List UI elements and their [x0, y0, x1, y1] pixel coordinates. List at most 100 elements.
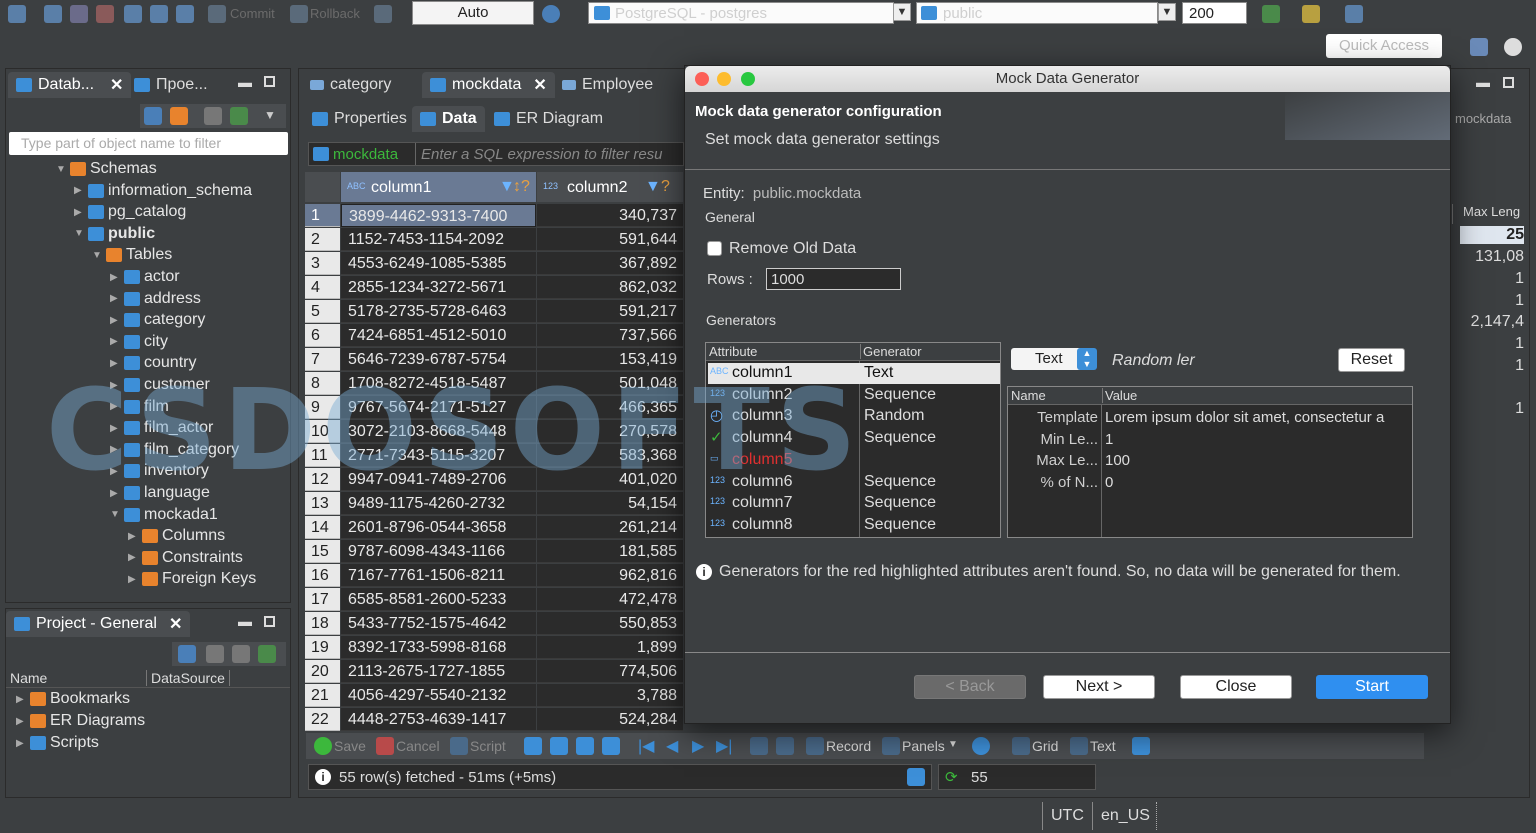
project-item-er-diagrams[interactable]: ▶ ER Diagrams	[16, 712, 145, 730]
column-datasource-header[interactable]: DataSource	[146, 670, 230, 686]
tree-item[interactable]: ▶ Constraints	[128, 549, 243, 567]
sql-editor-icon[interactable]	[124, 5, 142, 23]
maximize-icon[interactable]	[1503, 77, 1514, 88]
table-cell[interactable]: 5433-7752-1575-4642	[341, 612, 536, 635]
table-cell[interactable]: 153,419	[537, 348, 683, 371]
table-cell[interactable]: 7424-6851-4512-5010	[341, 324, 536, 347]
table-cell[interactable]: 5646-7239-6787-5754	[341, 348, 536, 371]
generator-column-header[interactable]: Generator	[860, 344, 922, 359]
last-page-icon[interactable]: ▶|	[716, 736, 732, 756]
rollback-icon[interactable]	[290, 5, 308, 23]
tree-item[interactable]: ▶ Foreign Keys	[128, 570, 256, 588]
table-cell[interactable]: 8392-1733-5998-8168	[341, 636, 536, 659]
max-length-cell[interactable]: 1	[1460, 335, 1524, 353]
property-value[interactable]: 1	[1105, 431, 1410, 448]
attribute-row[interactable]: 123 column2 Sequence	[708, 385, 1000, 406]
table-cell[interactable]: 54,154	[537, 492, 683, 515]
tree-item[interactable]: ▶ film_category	[110, 441, 239, 459]
row-number[interactable]: 14	[305, 516, 340, 539]
collapsed-arrow-icon[interactable]: ▶	[128, 531, 138, 542]
tree-item[interactable]: ▶ customer	[110, 376, 210, 394]
row-number[interactable]: 4	[305, 276, 340, 299]
fetch-page-icon[interactable]	[750, 737, 768, 755]
table-cell[interactable]: 7167-7761-1506-8211	[341, 564, 536, 587]
next-button[interactable]: Next >	[1043, 675, 1155, 699]
table-cell[interactable]: 2771-7343-5115-3207	[341, 444, 536, 467]
table-cell[interactable]: 591,217	[537, 300, 683, 323]
chevron-down-icon[interactable]: ▼	[1158, 3, 1176, 21]
row-number[interactable]: 21	[305, 684, 340, 707]
start-button[interactable]: Start	[1316, 675, 1428, 699]
collapsed-arrow-icon[interactable]: ▶	[110, 315, 120, 326]
subtab-er-diagram[interactable]: ER Diagram	[486, 106, 611, 132]
tree-item[interactable]: ▼ Tables	[92, 246, 172, 264]
invalidate-icon[interactable]	[70, 5, 88, 23]
disconnect-icon[interactable]	[44, 5, 62, 23]
perspective-icon[interactable]	[1470, 38, 1488, 56]
select-stepper-icon[interactable]: ▲ ▼	[1077, 348, 1097, 370]
row-number[interactable]: 6	[305, 324, 340, 347]
collapsed-arrow-icon[interactable]: ▶	[128, 552, 138, 563]
row-number[interactable]: 3	[305, 252, 340, 275]
minimize-icon[interactable]: ▬	[1476, 74, 1490, 90]
collapsed-arrow-icon[interactable]: ▶	[110, 380, 120, 391]
refresh-icon[interactable]: ⟳	[945, 768, 958, 786]
table-cell[interactable]: 472,478	[537, 588, 683, 611]
close-icon[interactable]: ✕	[533, 75, 546, 95]
property-value[interactable]: 100	[1105, 452, 1410, 469]
table-cell[interactable]: 962,816	[537, 564, 683, 587]
table-cell[interactable]: 340,737	[537, 204, 683, 227]
collapse-icon[interactable]	[204, 107, 222, 125]
collapsed-arrow-icon[interactable]: ▶	[110, 293, 120, 304]
rows-input[interactable]: 1000	[766, 268, 901, 290]
tree-item[interactable]: ▼ Schemas	[56, 160, 157, 178]
delete-row-icon[interactable]	[602, 737, 620, 755]
collapsed-arrow-icon[interactable]: ▶	[110, 272, 120, 283]
attribute-column-header[interactable]: Attribute	[709, 344, 757, 359]
close-icon[interactable]: ✕	[169, 614, 182, 634]
filter-expression-input[interactable]: Enter a SQL expression to filter resu	[421, 146, 663, 163]
row-number[interactable]: 19	[305, 636, 340, 659]
expanded-arrow-icon[interactable]: ▼	[74, 228, 84, 239]
max-length-cell[interactable]: 1	[1460, 400, 1524, 418]
collapsed-arrow-icon[interactable]: ▶	[128, 574, 138, 585]
sort-icon[interactable]: ?	[661, 178, 670, 196]
table-cell[interactable]: 1,899	[537, 636, 683, 659]
max-length-header[interactable]: Max Leng	[1452, 204, 1527, 224]
back-arrow-icon[interactable]	[1345, 5, 1363, 23]
max-length-cell[interactable]: 131,08	[1460, 248, 1524, 266]
tab-project-general[interactable]: Project - General ✕	[6, 611, 191, 637]
expanded-arrow-icon[interactable]: ▼	[56, 164, 66, 175]
table-cell[interactable]: 583,368	[537, 444, 683, 467]
attribute-row[interactable]: 123 column8 Sequence	[708, 515, 1000, 536]
copy-row-icon[interactable]	[576, 737, 594, 755]
table-cell[interactable]: 9787-6098-4343-1166	[341, 540, 536, 563]
row-number[interactable]: 1	[305, 204, 340, 227]
remove-old-data-checkbox[interactable]	[707, 241, 722, 256]
row-number[interactable]: 7	[305, 348, 340, 371]
row-number[interactable]: 18	[305, 612, 340, 635]
row-number[interactable]: 5	[305, 300, 340, 323]
subtab-data[interactable]: Data	[412, 106, 485, 132]
back-button[interactable]: < Back	[914, 675, 1026, 699]
tab-database-navigator[interactable]: Datab... ✕	[8, 72, 132, 98]
tab-category[interactable]: category	[302, 72, 399, 98]
transaction-mode-button[interactable]: Auto	[412, 1, 534, 25]
table-cell[interactable]: 9767-5674-2171-5127	[341, 396, 536, 419]
collapsed-arrow-icon[interactable]: ▶	[110, 466, 120, 477]
table-cell[interactable]: 9489-1175-4260-2732	[341, 492, 536, 515]
tree-item[interactable]: ▶ information_schema	[74, 182, 252, 200]
tree-item[interactable]: ▶ inventory	[110, 462, 209, 480]
panel-toggle-icon[interactable]	[907, 768, 925, 786]
minimize-icon[interactable]: ▬	[238, 613, 252, 629]
row-number[interactable]: 16	[305, 564, 340, 587]
configure-icon[interactable]	[178, 645, 196, 663]
save-button[interactable]: Save	[334, 738, 366, 754]
attribute-row[interactable]: ◴ column3 Random	[708, 406, 1000, 427]
rollback-button[interactable]: Rollback	[310, 6, 360, 21]
table-cell[interactable]: 3899-4462-9313-7400	[341, 204, 536, 227]
expand-icon[interactable]	[232, 645, 250, 663]
row-number[interactable]: 22	[305, 708, 340, 731]
commit-button[interactable]: Commit	[230, 6, 275, 21]
tree-item[interactable]: ▶ country	[110, 354, 196, 372]
